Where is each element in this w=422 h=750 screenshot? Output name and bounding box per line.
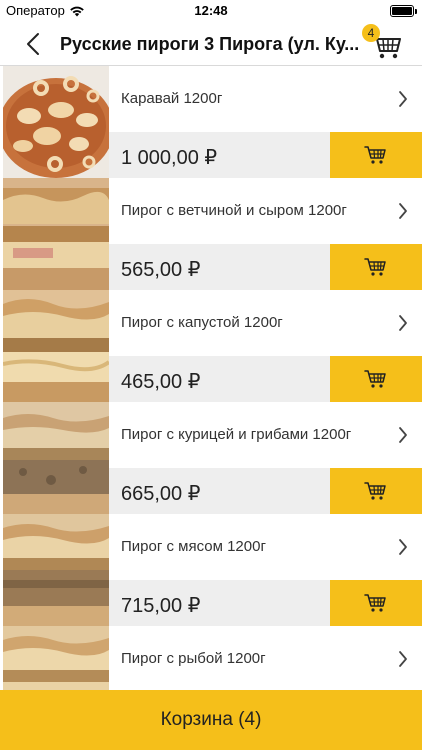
product-name: Пирог с мясом 1200г: [121, 538, 266, 555]
cart-count-badge: 4: [362, 24, 380, 42]
chevron-right-icon: [399, 651, 407, 667]
add-to-cart-icon: [364, 594, 386, 612]
chevron-right-icon: [399, 539, 407, 555]
add-to-cart-button[interactable]: [330, 244, 422, 290]
product-name: Пирог с ветчиной и сыром 1200г: [121, 202, 347, 219]
product-price: 565,00 ₽: [121, 259, 201, 281]
product-list: Каравай 1200г 1 000,00 ₽ Пирог с ветчино…: [0, 66, 422, 690]
product-name-row[interactable]: Пирог с ветчиной и сыром 1200г: [109, 178, 422, 244]
product-item[interactable]: Пирог с рыбой 1200г: [0, 626, 422, 690]
cart-footer-label: Корзина (4): [160, 709, 262, 730]
page-title: Русские пироги 3 Пирога (ул. Ку...: [60, 34, 360, 54]
product-price-row: 565,00 ₽: [109, 244, 422, 290]
add-to-cart-button[interactable]: [330, 468, 422, 514]
product-price-row: 665,00 ₽: [109, 468, 422, 514]
product-image: [3, 626, 109, 690]
product-name: Пирог с рыбой 1200г: [121, 650, 266, 667]
product-item[interactable]: Пирог с курицей и грибами 1200г 665,00 ₽: [0, 402, 422, 514]
add-to-cart-button[interactable]: [330, 580, 422, 626]
product-price: 665,00 ₽: [121, 483, 201, 505]
product-image: [3, 178, 109, 290]
product-price: 1 000,00 ₽: [121, 147, 218, 169]
chevron-left-icon: [27, 33, 39, 55]
battery-icon: [390, 5, 417, 17]
product-item[interactable]: Пирог с мясом 1200г 715,00 ₽: [0, 514, 422, 626]
product-image: [3, 66, 109, 178]
cart-footer-button[interactable]: Корзина (4): [0, 690, 422, 750]
chevron-right-icon: [399, 427, 407, 443]
add-to-cart-icon: [364, 258, 386, 276]
product-price-row: 1 000,00 ₽: [109, 132, 422, 178]
product-image: [3, 290, 109, 402]
add-to-cart-button[interactable]: [330, 132, 422, 178]
product-price: 465,00 ₽: [121, 371, 201, 393]
product-item[interactable]: Пирог с ветчиной и сыром 1200г 565,00 ₽: [0, 178, 422, 290]
product-image: [3, 402, 109, 514]
header-cart-button[interactable]: 4: [362, 24, 404, 62]
chevron-right-icon: [399, 91, 407, 107]
product-name: Каравай 1200г: [121, 90, 223, 107]
chevron-right-icon: [399, 203, 407, 219]
status-bar: Оператор 12:48: [0, 0, 422, 22]
product-price: 715,00 ₽: [121, 595, 201, 617]
product-name-row[interactable]: Каравай 1200г: [109, 66, 422, 132]
status-time: 12:48: [194, 3, 228, 18]
product-image: [3, 514, 109, 626]
product-item[interactable]: Каравай 1200г 1 000,00 ₽: [0, 66, 422, 178]
product-name-row[interactable]: Пирог с мясом 1200г: [109, 514, 422, 580]
back-button[interactable]: [18, 30, 48, 58]
product-name-row[interactable]: Пирог с курицей и грибами 1200г: [109, 402, 422, 468]
product-name: Пирог с курицей и грибами 1200г: [121, 426, 352, 443]
product-price-row: 715,00 ₽: [109, 580, 422, 626]
chevron-right-icon: [399, 315, 407, 331]
add-to-cart-icon: [364, 482, 386, 500]
add-to-cart-icon: [364, 370, 386, 388]
add-to-cart-icon: [364, 146, 386, 164]
navigation-bar: Русские пироги 3 Пирога (ул. Ку... 4: [0, 22, 422, 66]
add-to-cart-button[interactable]: [330, 356, 422, 402]
product-item[interactable]: Пирог с капустой 1200г 465,00 ₽: [0, 290, 422, 402]
product-name-row[interactable]: Пирог с капустой 1200г: [109, 290, 422, 356]
product-name-row[interactable]: Пирог с рыбой 1200г: [109, 626, 422, 690]
product-name: Пирог с капустой 1200г: [121, 314, 283, 331]
product-price-row: 465,00 ₽: [109, 356, 422, 402]
